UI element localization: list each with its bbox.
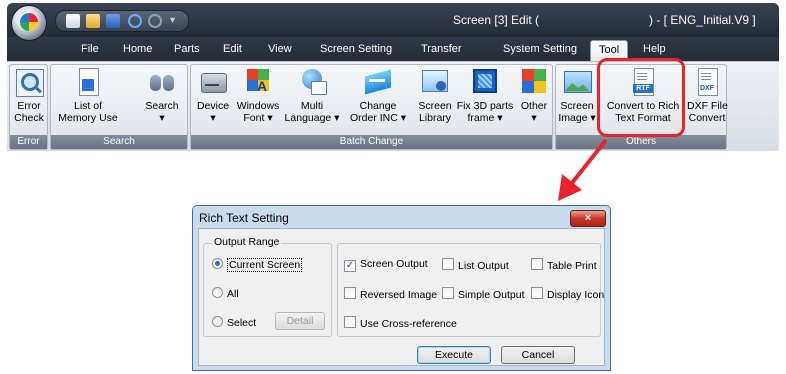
- display-icon-label: Display Icon: [547, 289, 605, 301]
- checkbox-empty-icon: [344, 287, 356, 299]
- execute-button-label: Execute: [435, 349, 473, 361]
- close-button[interactable]: ×: [570, 210, 606, 227]
- checkbox-reversed-image[interactable]: Reversed Image: [344, 287, 437, 301]
- list-output-label: List Output: [458, 260, 509, 272]
- application-menu-button[interactable]: [11, 5, 47, 41]
- checkbox-empty-icon: [531, 258, 543, 270]
- execute-button[interactable]: Execute: [417, 346, 491, 364]
- output-range-group: Output Range Current Screen All Select D…: [203, 236, 332, 337]
- dialog-content: Output Range Current Screen All Select D…: [198, 228, 605, 366]
- checkbox-use-cross-reference[interactable]: Use Cross-reference: [344, 316, 457, 330]
- radio-all-label: All: [227, 288, 239, 300]
- reversed-image-label: Reversed Image: [360, 289, 438, 301]
- radio-unselected-icon: [212, 287, 223, 298]
- output-range-legend: Output Range: [212, 236, 282, 248]
- app-logo-icon: [20, 13, 38, 31]
- checkbox-simple-output[interactable]: Simple Output: [442, 287, 525, 301]
- radio-current-screen-label: Current Screen: [227, 258, 303, 272]
- close-icon: ×: [584, 212, 592, 224]
- radio-unselected-icon: [212, 316, 223, 327]
- checkmark-icon: ✓: [344, 260, 356, 272]
- radio-all[interactable]: All: [212, 287, 239, 300]
- cancel-button-label: Cancel: [521, 349, 555, 361]
- cancel-button[interactable]: Cancel: [501, 346, 575, 364]
- table-print-label: Table Print: [547, 260, 597, 272]
- output-options-group: ✓ Screen Output List Output Table Print R…: [337, 243, 604, 337]
- checkbox-list-output[interactable]: List Output: [442, 258, 509, 272]
- checkbox-screen-output[interactable]: ✓ Screen Output: [344, 258, 428, 272]
- radio-selected-icon: [212, 258, 223, 269]
- simple-output-label: Simple Output: [458, 289, 525, 301]
- radio-select[interactable]: Select: [212, 316, 256, 329]
- checkbox-display-icon[interactable]: Display Icon: [531, 287, 604, 301]
- dialog-title: Rich Text Setting: [199, 211, 289, 225]
- checkbox-table-print[interactable]: Table Print: [531, 258, 597, 272]
- radio-current-screen[interactable]: Current Screen: [212, 258, 303, 272]
- detail-button[interactable]: Detail: [275, 312, 325, 330]
- screen-output-label: Screen Output: [360, 258, 428, 270]
- rich-text-setting-dialog: Rich Text Setting × Output Range Current…: [192, 205, 611, 371]
- checkbox-empty-icon: [442, 287, 454, 299]
- checkbox-empty-icon: [344, 316, 356, 328]
- use-cross-reference-label: Use Cross-reference: [360, 318, 457, 330]
- checkbox-empty-icon: [442, 258, 454, 270]
- detail-button-label: Detail: [286, 315, 314, 327]
- radio-select-label: Select: [227, 317, 257, 329]
- checkbox-empty-icon: [531, 287, 543, 299]
